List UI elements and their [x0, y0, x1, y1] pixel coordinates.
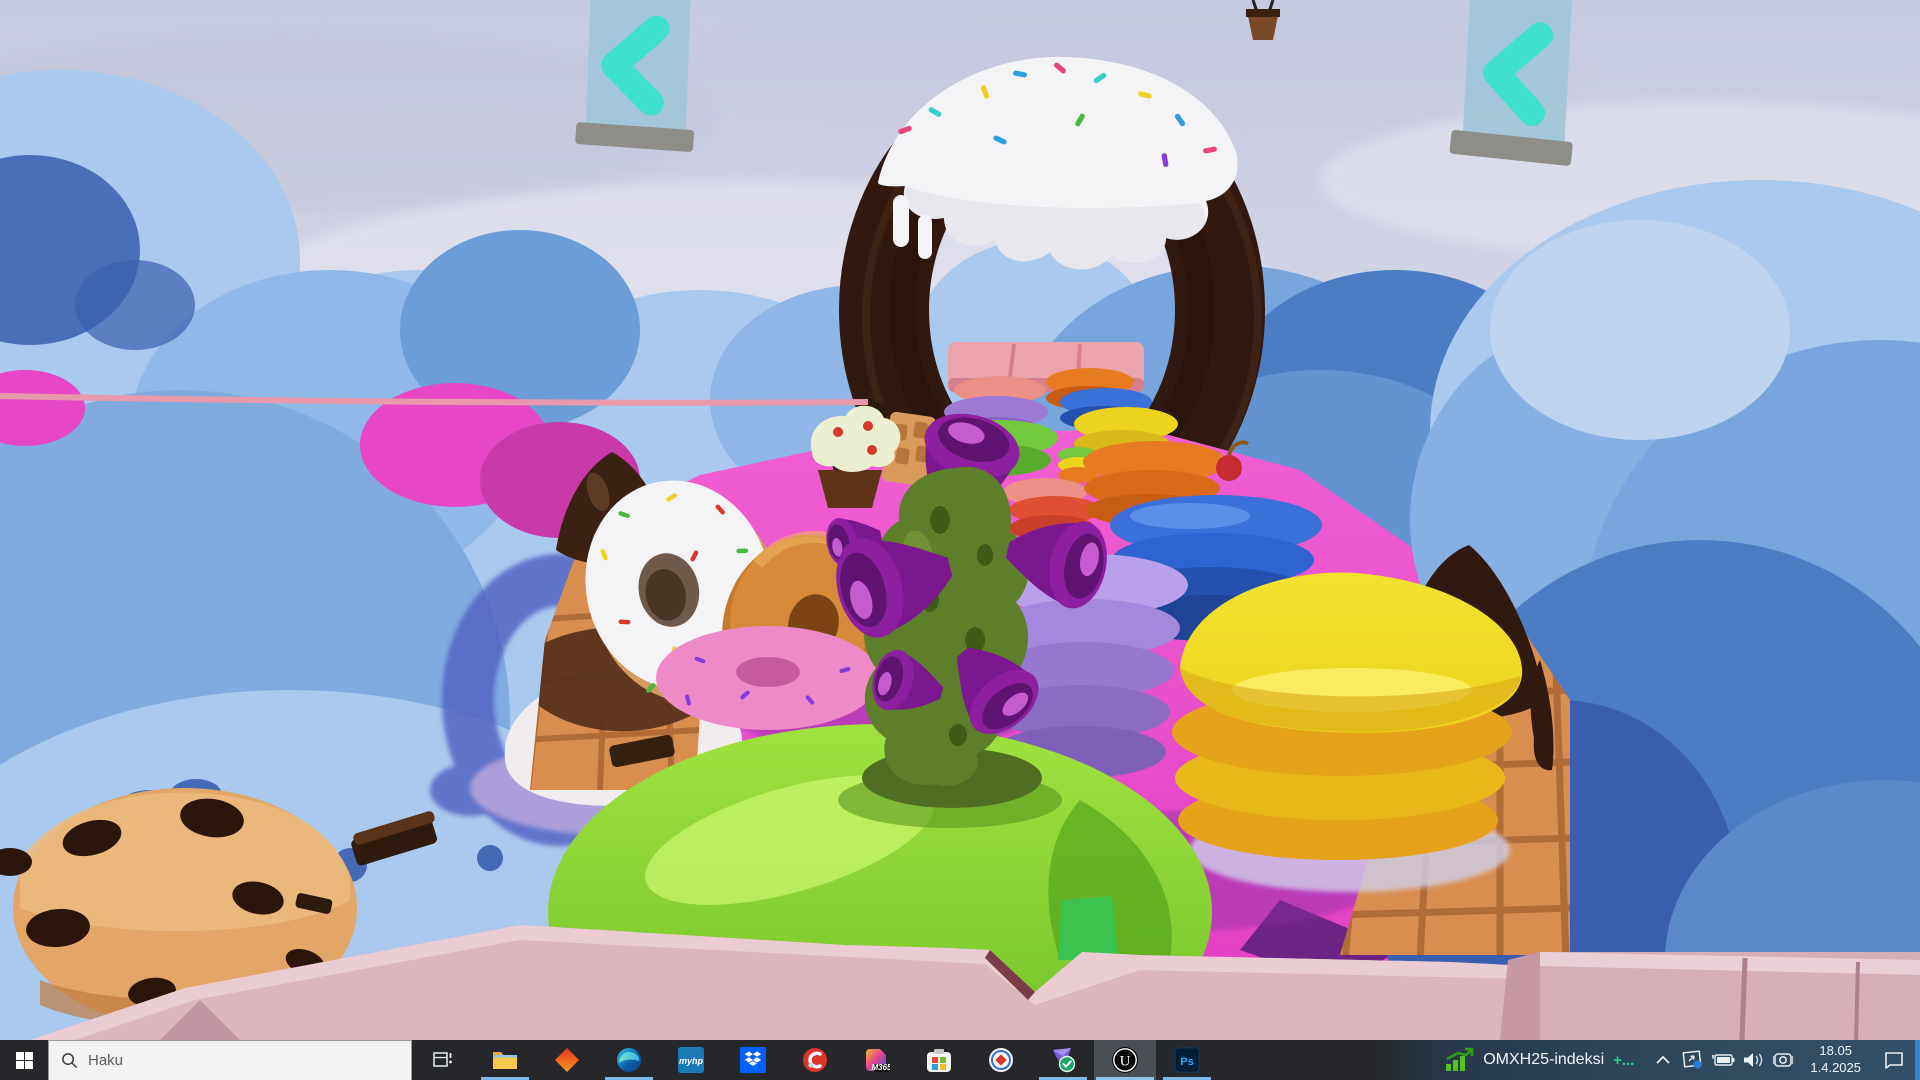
quick-assist-icon — [988, 1047, 1014, 1073]
taskbar-app-ccleaner[interactable] — [784, 1040, 846, 1080]
windows-taskbar: Haku — [0, 1040, 1920, 1080]
checkpoint-banner-left — [575, 0, 699, 152]
game-scene[interactable] — [0, 0, 1920, 1040]
svg-text:Ps: Ps — [1180, 1056, 1193, 1068]
start-button[interactable] — [0, 1040, 48, 1080]
action-center-button[interactable] — [1873, 1040, 1915, 1080]
svg-text:U: U — [1120, 1054, 1131, 1070]
yellow-macaron-stack — [1172, 572, 1522, 892]
taskbar-app-microsoft-store[interactable] — [908, 1040, 970, 1080]
clock-date: 1.4.2025 — [1810, 1060, 1861, 1077]
dropbox-icon — [740, 1047, 766, 1073]
ticker-label: OMXH25-indeksi — [1483, 1051, 1604, 1069]
ccleaner-icon — [802, 1047, 828, 1073]
taskbar-app-photoshop[interactable]: Ps — [1156, 1040, 1218, 1080]
radeon-diamond-icon — [554, 1047, 580, 1073]
taskbar-app-microsoft365[interactable]: M365 — [846, 1040, 908, 1080]
taskbar-clock[interactable]: 18.05 1.4.2025 — [1798, 1043, 1873, 1077]
photoshop-icon: Ps — [1174, 1047, 1200, 1073]
edge-browser-icon — [616, 1047, 642, 1073]
taskbar-app-edge[interactable] — [598, 1040, 660, 1080]
microsoft-store-icon — [926, 1047, 952, 1073]
taskbar-app-quick-assist[interactable] — [970, 1040, 1032, 1080]
myhp-icon: myhp — [678, 1047, 704, 1073]
pinned-apps: myhp — [474, 1040, 1218, 1080]
svg-text:myhp: myhp — [679, 1056, 704, 1066]
chevron-up-icon — [1655, 1055, 1671, 1065]
battery-charging-icon — [1711, 1053, 1735, 1067]
speaker-icon — [1742, 1052, 1764, 1068]
tray-battery[interactable] — [1708, 1040, 1738, 1080]
taskbar-search-box[interactable]: Haku — [48, 1040, 412, 1080]
unreal-engine-icon: U — [1111, 1046, 1139, 1074]
taskbar-app-security[interactable] — [1032, 1040, 1094, 1080]
taskbar-app-dropbox[interactable] — [722, 1040, 784, 1080]
taskbar-right: OMXH25-indeksi +... — [1438, 1040, 1920, 1080]
taskbar-app-file-explorer[interactable] — [474, 1040, 536, 1080]
pink-sprinkle-donut — [656, 626, 880, 730]
checkpoint-banner-right — [1449, 0, 1581, 166]
search-icon — [61, 1052, 78, 1069]
action-center-icon — [1884, 1051, 1904, 1069]
news-and-interests-widget[interactable]: OMXH25-indeksi +... — [1438, 1040, 1648, 1080]
cast-screen-icon — [1772, 1051, 1794, 1069]
security-shield-icon — [1049, 1047, 1077, 1073]
task-view-icon — [433, 1051, 453, 1069]
search-placeholder: Haku — [88, 1052, 123, 1069]
file-explorer-icon — [492, 1049, 518, 1071]
svg-text:M365: M365 — [871, 1063, 890, 1072]
stock-chart-icon — [1444, 1047, 1474, 1073]
taskbar-app-myhp[interactable]: myhp — [660, 1040, 722, 1080]
show-desktop-strip[interactable] — [1915, 1040, 1920, 1080]
taskbar-app-radeon[interactable] — [536, 1040, 598, 1080]
ticker-change: +... — [1613, 1052, 1634, 1069]
tray-overflow-chevron[interactable] — [1648, 1040, 1678, 1080]
ink-workspace-icon — [1682, 1050, 1704, 1070]
game-viewport[interactable] — [0, 0, 1920, 1040]
taskbar-app-unreal-engine[interactable]: U — [1094, 1040, 1156, 1080]
clock-time: 18.05 — [1819, 1043, 1852, 1060]
task-view-button[interactable] — [412, 1040, 474, 1080]
system-tray — [1648, 1040, 1798, 1080]
tray-volume[interactable] — [1738, 1040, 1768, 1080]
windows-logo-icon — [16, 1052, 33, 1069]
microsoft-365-icon: M365 — [864, 1047, 890, 1073]
tray-ink-workspace[interactable] — [1678, 1040, 1708, 1080]
tray-camera-cast[interactable] — [1768, 1040, 1798, 1080]
desktop-screenshot: Haku — [0, 0, 1920, 1080]
